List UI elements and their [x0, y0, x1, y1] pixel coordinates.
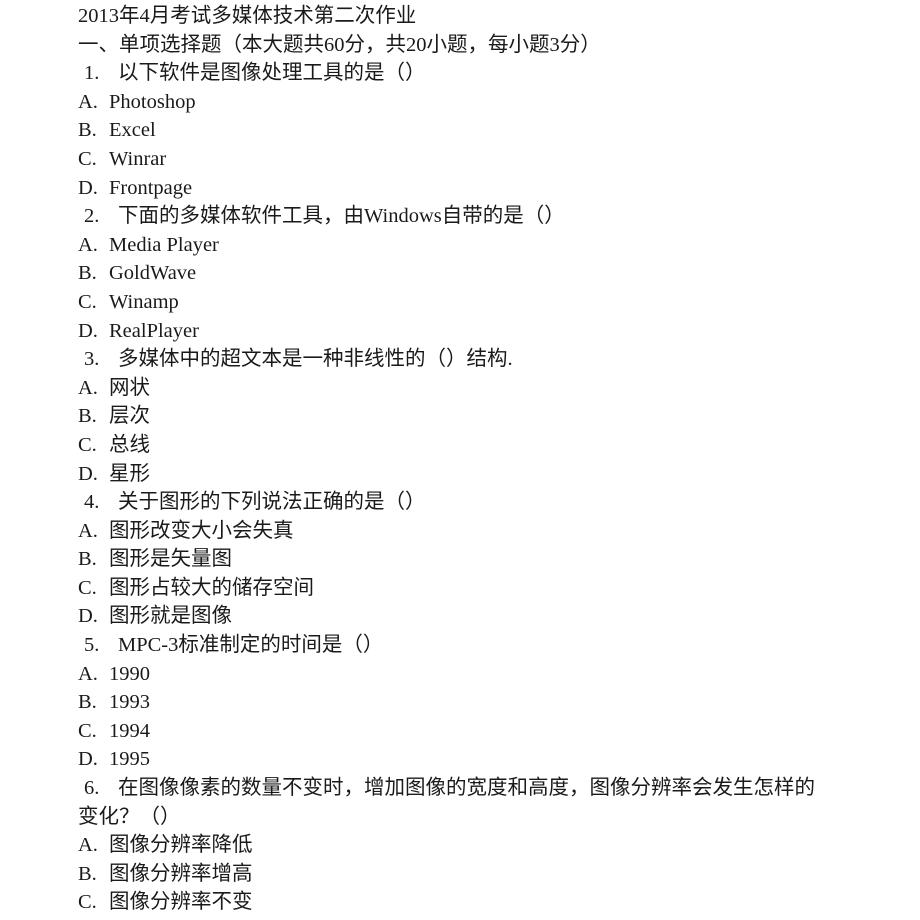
option-text: Winrar: [109, 147, 167, 170]
option-text: Frontpage: [109, 176, 193, 199]
option-text: 1990: [109, 662, 150, 685]
option-letter: A.: [78, 662, 98, 685]
option-line: A. Photoshop: [78, 88, 868, 117]
question-line: 3. 多媒体中的超文本是一种非线性的（）结构.: [84, 345, 868, 374]
question-text: 在图像像素的数量不变时，增加图像的宽度和高度，图像分辨率会发生怎样的: [118, 777, 815, 800]
option-line: B. 图形是矢量图: [78, 545, 868, 574]
option-letter: B.: [78, 119, 97, 142]
option-line: D. 图形就是图像: [78, 602, 868, 631]
question-number: 2.: [84, 205, 100, 228]
option-line: B. Excel: [78, 116, 868, 145]
document-text-body: 2013年4月考试多媒体技术第二次作业 一、单项选择题（本大题共60分，共20小…: [78, 2, 868, 917]
option-line: A. 1990: [78, 660, 868, 689]
option-text: 图形改变大小会失真: [109, 519, 294, 542]
option-text: 总线: [109, 433, 150, 456]
option-letter: C.: [78, 290, 97, 313]
option-letter: D.: [78, 605, 98, 628]
option-line: C. 1994: [78, 717, 868, 746]
question-number: 1.: [84, 62, 100, 85]
option-text: 图像分辨率降低: [109, 834, 253, 857]
option-letter: B.: [78, 405, 97, 428]
question-number: 5.: [84, 634, 100, 657]
option-letter: B.: [78, 862, 97, 885]
option-letter: B.: [78, 262, 97, 285]
option-line: C. 图形占较大的储存空间: [78, 574, 868, 603]
option-line: C. Winrar: [78, 145, 868, 174]
option-line: A. 图像分辨率降低: [78, 831, 868, 860]
question-line: 6. 在图像像素的数量不变时，增加图像的宽度和高度，图像分辨率会发生怎样的: [84, 774, 868, 803]
option-letter: B.: [78, 548, 97, 571]
option-line: C. 总线: [78, 431, 868, 460]
question-line: 4. 关于图形的下列说法正确的是（）: [84, 488, 868, 517]
option-letter: A.: [78, 90, 98, 113]
option-text: Winamp: [109, 290, 179, 313]
option-text: 1995: [109, 748, 150, 771]
option-text: 图像分辨率不变: [109, 891, 253, 914]
option-letter: D.: [78, 462, 98, 485]
option-letter: A.: [78, 233, 98, 256]
section-heading: 一、单项选择题（本大题共60分，共20小题，每小题3分）: [78, 33, 601, 56]
option-letter: D.: [78, 319, 98, 342]
option-text: 网状: [109, 376, 150, 399]
question-text: 下面的多媒体软件工具，由Windows自带的是（）: [118, 205, 565, 228]
option-letter: B.: [78, 691, 97, 714]
question-line: 1. 以下软件是图像处理工具的是（）: [84, 59, 868, 88]
question-number: 3.: [84, 348, 100, 371]
option-text: 星形: [109, 462, 150, 485]
document-page: 2013年4月考试多媒体技术第二次作业 一、单项选择题（本大题共60分，共20小…: [0, 0, 920, 920]
option-line: B. 1993: [78, 688, 868, 717]
option-line: C. 图像分辨率不变: [78, 888, 868, 917]
option-text: Excel: [109, 119, 156, 142]
option-text: 图形就是图像: [109, 605, 232, 628]
question-text: MPC-3标准制定的时间是（）: [118, 634, 384, 657]
option-line: A. 图形改变大小会失真: [78, 517, 868, 546]
option-line: D. 星形: [78, 460, 868, 489]
question-number: 4.: [84, 491, 100, 514]
option-text: RealPlayer: [109, 319, 199, 342]
option-line: B. GoldWave: [78, 259, 868, 288]
option-letter: D.: [78, 176, 98, 199]
question-line: 2. 下面的多媒体软件工具，由Windows自带的是（）: [84, 202, 868, 231]
option-line: A. Media Player: [78, 231, 868, 260]
option-letter: A.: [78, 519, 98, 542]
option-letter: A.: [78, 834, 98, 857]
option-line: D. 1995: [78, 745, 868, 774]
question-number: 6.: [84, 777, 100, 800]
option-text: 层次: [109, 405, 150, 428]
option-letter: C.: [78, 891, 97, 914]
option-text: Photoshop: [109, 90, 196, 113]
question-continuation-line: 变化？（）: [78, 805, 181, 828]
option-letter: C.: [78, 147, 97, 170]
option-letter: C.: [78, 576, 97, 599]
option-letter: C.: [78, 433, 97, 456]
option-letter: C.: [78, 719, 97, 742]
option-text: Media Player: [109, 233, 219, 256]
option-line: D. RealPlayer: [78, 317, 868, 346]
option-line: D. Frontpage: [78, 174, 868, 203]
option-text: GoldWave: [109, 262, 197, 285]
option-line: B. 层次: [78, 402, 868, 431]
option-text: 图像分辨率增高: [109, 862, 253, 885]
question-text: 以下软件是图像处理工具的是（）: [118, 62, 426, 85]
question-line: 5. MPC-3标准制定的时间是（）: [84, 631, 868, 660]
option-line: B. 图像分辨率增高: [78, 860, 868, 889]
option-letter: D.: [78, 748, 98, 771]
question-text: 多媒体中的超文本是一种非线性的（）结构.: [118, 348, 513, 371]
option-line: A. 网状: [78, 374, 868, 403]
option-text: 图形占较大的储存空间: [109, 576, 314, 599]
option-line: C. Winamp: [78, 288, 868, 317]
option-text: 1993: [109, 691, 150, 714]
option-text: 图形是矢量图: [109, 548, 232, 571]
option-text: 1994: [109, 719, 150, 742]
option-letter: A.: [78, 376, 98, 399]
question-text: 关于图形的下列说法正确的是（）: [118, 491, 426, 514]
document-title: 2013年4月考试多媒体技术第二次作业: [78, 5, 417, 27]
